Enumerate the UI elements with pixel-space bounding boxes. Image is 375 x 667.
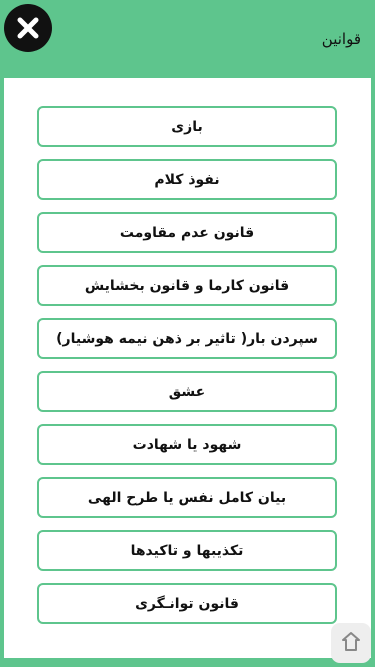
- rule-button[interactable]: عشق: [37, 371, 337, 412]
- rule-button[interactable]: بیان کامل نفس یا طرح الهی: [37, 477, 337, 518]
- rule-button[interactable]: تکذیبها و تاکیدها: [37, 530, 337, 571]
- rule-button[interactable]: بازی: [37, 106, 337, 147]
- page-title: قوانین: [321, 30, 361, 48]
- app-store-watermark-icon: [331, 623, 371, 663]
- rule-button[interactable]: سپردن بار( تاثیر بر ذهن نیمه هوشیار): [37, 318, 337, 359]
- rule-button[interactable]: نفوذ کلام: [37, 159, 337, 200]
- rule-button[interactable]: شهود یا شهادت: [37, 424, 337, 465]
- rule-button[interactable]: قانون عدم مقاومت: [37, 212, 337, 253]
- rule-button[interactable]: قانون کارما و قانون بخشایش: [37, 265, 337, 306]
- rules-panel: بازی نفوذ کلام قانون عدم مقاومت قانون کا…: [4, 78, 371, 658]
- rule-button[interactable]: قانون توانـگری: [37, 583, 337, 624]
- header: قوانین: [0, 0, 375, 78]
- rules-list: بازی نفوذ کلام قانون عدم مقاومت قانون کا…: [37, 106, 337, 636]
- close-button[interactable]: [4, 4, 52, 52]
- screen: قوانین بازی نفوذ کلام قانون عدم مقاومت ق…: [0, 0, 375, 667]
- close-x-icon: [17, 17, 39, 39]
